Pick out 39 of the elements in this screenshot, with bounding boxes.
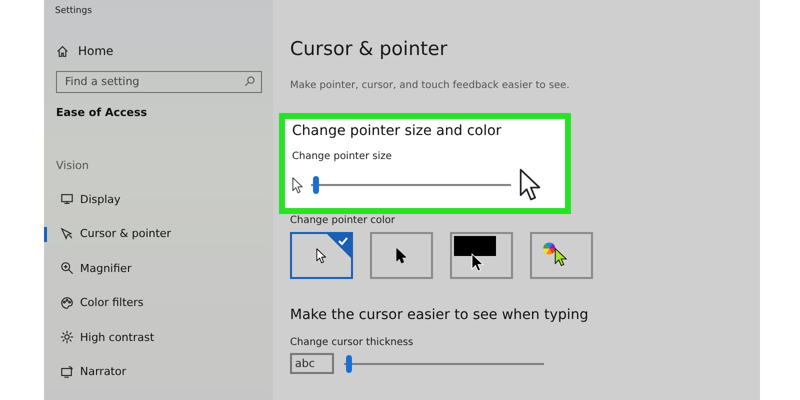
sidebar-item[interactable]: Narrator — [44, 354, 273, 389]
sidebar-item[interactable]: Cursor & pointer — [44, 216, 273, 251]
pointer-icon — [60, 226, 74, 241]
slider-thumb[interactable] — [346, 354, 352, 372]
color-label: Change pointer color — [290, 215, 396, 226]
page-title: Cursor & pointer — [290, 38, 448, 60]
zoom-in-icon — [60, 261, 74, 276]
section-heading: Make the cursor easier to see when typing — [290, 307, 588, 323]
page-description: Make pointer, cursor, and touch feedback easier to see. — [290, 80, 570, 91]
pointer-icon — [396, 248, 407, 264]
search-field[interactable]: Find a setting — [56, 70, 262, 92]
sidebar-item[interactable]: High contrast — [44, 320, 273, 354]
large-pointer-icon — [519, 168, 542, 202]
monitor-icon — [60, 192, 74, 206]
small-pointer-icon — [292, 176, 304, 194]
pointer-color-option[interactable] — [370, 232, 433, 279]
home-link[interactable]: Home — [56, 44, 273, 58]
section-title: Ease of Access — [56, 106, 148, 119]
sidebar-item[interactable]: Magnifier — [44, 251, 273, 286]
home-icon — [56, 44, 69, 58]
cursor-preview: abc — [290, 353, 334, 374]
window-title: Settings — [55, 6, 93, 16]
pointer-color-option[interactable] — [530, 232, 593, 279]
section-heading: Change pointer size and color — [292, 123, 502, 139]
group-label: Vision — [56, 159, 90, 172]
pointer-color-option[interactable] — [290, 232, 353, 279]
sidebar-item[interactable]: Color filters — [44, 286, 273, 320]
brightness-icon — [60, 330, 74, 344]
slider-label: Change cursor thickness — [290, 337, 414, 348]
pointer-icon — [316, 248, 327, 264]
slider-thumb[interactable] — [312, 176, 319, 194]
narrator-icon — [60, 364, 74, 379]
pointer-color-option[interactable] — [450, 232, 513, 279]
slider-label: Change pointer size — [292, 151, 393, 162]
check-icon — [327, 234, 351, 258]
sidebar-item[interactable]: Display — [44, 182, 273, 216]
color-wheel-pointer-drawing — [542, 242, 566, 266]
palette-icon — [60, 296, 74, 310]
search-icon — [244, 76, 255, 86]
